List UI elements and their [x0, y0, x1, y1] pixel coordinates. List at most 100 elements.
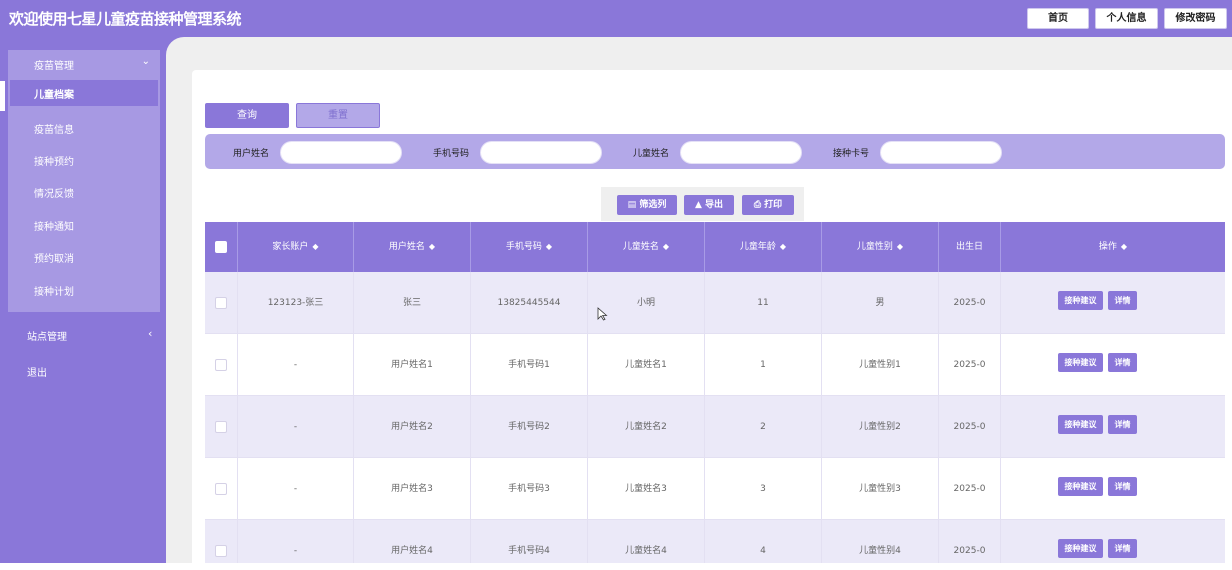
- row-checkbox[interactable]: [215, 297, 227, 309]
- sidebar-item-label: 退出: [27, 368, 47, 379]
- vaccination-suggest-button[interactable]: 接种建议: [1058, 477, 1103, 496]
- sort-icon: ◆: [428, 242, 436, 251]
- child-name-input[interactable]: [680, 141, 802, 164]
- row-checkbox[interactable]: [215, 359, 227, 371]
- operations-cell: 接种建议 详情: [1001, 458, 1225, 520]
- sidebar-item-plan[interactable]: 接种计划: [10, 277, 158, 303]
- sidebar-item-label: 儿童档案: [34, 90, 74, 101]
- table-cell: -: [238, 520, 354, 563]
- print-label: 打印: [764, 200, 783, 210]
- vaccination-suggest-button[interactable]: 接种建议: [1058, 415, 1103, 434]
- operations-cell: 接种建议 详情: [1001, 520, 1225, 563]
- export-button[interactable]: ▲ 导出: [684, 195, 734, 215]
- sidebar-item-station[interactable]: 站点管理 ‹: [0, 323, 166, 347]
- table-cell: 儿童性别1: [822, 334, 939, 396]
- sort-icon: ◆: [662, 242, 670, 251]
- table-cell: 2: [705, 396, 822, 458]
- column-header[interactable]: 儿童性别 ◆: [822, 222, 939, 272]
- table-cell: 2025-0: [939, 272, 1001, 334]
- table-row[interactable]: - 用户姓名4 手机号码4 儿童姓名4 4 儿童性别4 2025-0 接种建议 详情: [205, 520, 1225, 563]
- table-cell: 手机号码4: [471, 520, 588, 563]
- table-cell: 手机号码2: [471, 396, 588, 458]
- sort-icon: ◆: [896, 242, 904, 251]
- column-header[interactable]: 操作 ◆: [1001, 222, 1225, 272]
- search-bar: 用户姓名 手机号码 儿童姓名 接种卡号: [205, 134, 1225, 169]
- detail-button[interactable]: 详情: [1108, 291, 1137, 310]
- sidebar-item-feedback[interactable]: 情况反馈: [10, 179, 158, 205]
- user-name-input[interactable]: [280, 141, 402, 164]
- row-checkbox[interactable]: [215, 483, 227, 495]
- column-header-label: 儿童年龄: [739, 242, 776, 252]
- sidebar-edge-marker: [0, 81, 5, 111]
- column-header[interactable]: 儿童年龄 ◆: [705, 222, 822, 272]
- card-number-input[interactable]: [880, 141, 1002, 164]
- column-header[interactable]: 手机号码 ◆: [471, 222, 588, 272]
- row-select-cell: [205, 272, 238, 334]
- print-button[interactable]: ⎙ 打印: [742, 195, 794, 215]
- filter-columns-button[interactable]: ▤ 筛选列: [617, 195, 677, 215]
- card-number-label: 接种卡号: [833, 149, 870, 159]
- table-cell: 2025-0: [939, 334, 1001, 396]
- detail-button[interactable]: 详情: [1108, 539, 1137, 558]
- table-row[interactable]: - 用户姓名3 手机号码3 儿童姓名3 3 儿童性别3 2025-0 接种建议 详情: [205, 458, 1225, 520]
- vaccination-suggest-button[interactable]: 接种建议: [1058, 353, 1103, 372]
- row-checkbox[interactable]: [215, 421, 227, 433]
- sidebar-item-vaccine-info[interactable]: 疫苗信息: [10, 115, 158, 141]
- table-cell: -: [238, 458, 354, 520]
- column-header[interactable]: 用户姓名 ◆: [354, 222, 471, 272]
- table-row[interactable]: 123123-张三 张三 13825445544 小明 11 男 2025-0 接种建议 详情: [205, 272, 1225, 334]
- row-select-cell: [205, 458, 238, 520]
- reset-button[interactable]: 重置: [296, 103, 380, 128]
- table-cell: 儿童姓名4: [588, 520, 705, 563]
- column-header[interactable]: 儿童姓名 ◆: [588, 222, 705, 272]
- column-header[interactable]: 出生日: [939, 222, 1001, 272]
- sidebar-item-child-records[interactable]: 儿童档案: [10, 80, 158, 106]
- table-row[interactable]: - 用户姓名1 手机号码1 儿童姓名1 1 儿童性别1 2025-0 接种建议 详情: [205, 334, 1225, 396]
- sidebar-item-appointment[interactable]: 接种预约: [10, 147, 158, 173]
- column-header-label: 儿童姓名: [622, 242, 659, 252]
- table-cell: 儿童性别2: [822, 396, 939, 458]
- select-all-checkbox[interactable]: [215, 241, 227, 253]
- sidebar-item-label: 情况反馈: [34, 189, 74, 200]
- table-cell: 2025-0: [939, 458, 1001, 520]
- sidebar-item-logout[interactable]: 退出: [0, 359, 166, 383]
- operations-cell: 接种建议 详情: [1001, 272, 1225, 334]
- sidebar-item-cancel[interactable]: 预约取消: [10, 244, 158, 270]
- column-header[interactable]: 家长账户 ◆: [238, 222, 354, 272]
- row-checkbox[interactable]: [215, 545, 227, 557]
- row-select-cell: [205, 334, 238, 396]
- row-select-cell: [205, 520, 238, 563]
- query-button[interactable]: 查询: [205, 103, 289, 128]
- detail-button[interactable]: 详情: [1108, 477, 1137, 496]
- table-cell: 用户姓名3: [354, 458, 471, 520]
- table-cell: 2025-0: [939, 396, 1001, 458]
- column-header-label: 操作: [1098, 242, 1117, 252]
- chevron-down-icon: ⌄: [141, 56, 150, 67]
- table-cell: 男: [822, 272, 939, 334]
- select-all-cell: [205, 222, 238, 272]
- column-header-label: 家长账户: [272, 242, 309, 252]
- phone-label: 手机号码: [433, 149, 470, 159]
- vaccination-suggest-button[interactable]: 接种建议: [1058, 539, 1103, 558]
- table-cell: 儿童姓名1: [588, 334, 705, 396]
- row-select-cell: [205, 396, 238, 458]
- table-cell: 13825445544: [471, 272, 588, 334]
- table-cell: 手机号码1: [471, 334, 588, 396]
- table-cell: 小明: [588, 272, 705, 334]
- phone-input[interactable]: [480, 141, 602, 164]
- detail-button[interactable]: 详情: [1108, 415, 1137, 434]
- table-cell: 2025-0: [939, 520, 1001, 563]
- sidebar-item-notice[interactable]: 接种通知: [10, 212, 158, 238]
- column-header-label: 用户姓名: [388, 242, 425, 252]
- table-cell: 儿童性别3: [822, 458, 939, 520]
- menu-group-header[interactable]: 疫苗管理 ⌄: [8, 50, 160, 78]
- detail-button[interactable]: 详情: [1108, 353, 1137, 372]
- table-row[interactable]: - 用户姓名2 手机号码2 儿童姓名2 2 儿童性别2 2025-0 接种建议 详情: [205, 396, 1225, 458]
- sidebar-item-label: 疫苗信息: [34, 125, 74, 136]
- column-header-label: 手机号码: [505, 242, 542, 252]
- table-cell: 用户姓名2: [354, 396, 471, 458]
- sort-icon: ◆: [1120, 242, 1128, 251]
- filter-columns-label: 筛选列: [639, 200, 667, 210]
- vaccination-suggest-button[interactable]: 接种建议: [1058, 291, 1103, 310]
- table-cell: -: [238, 334, 354, 396]
